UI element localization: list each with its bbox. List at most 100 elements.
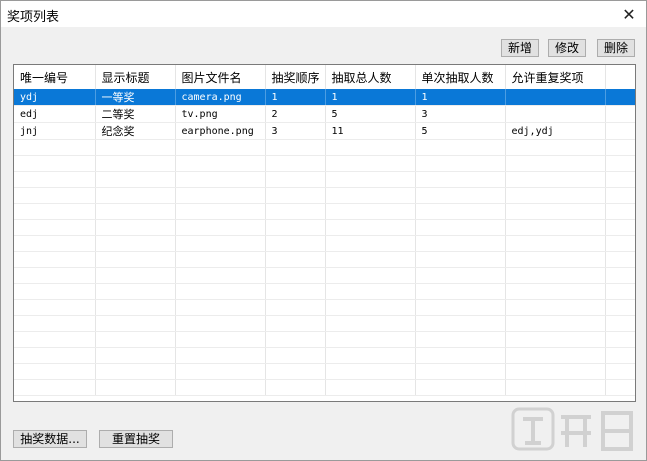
column-header[interactable]: 允许重复奖项 bbox=[505, 65, 606, 89]
table-cell bbox=[505, 363, 606, 380]
table-cell bbox=[325, 187, 416, 204]
empty-row bbox=[14, 187, 635, 204]
filler-cell bbox=[605, 267, 635, 284]
table-cell: 二等奖 bbox=[95, 105, 176, 123]
table-cell: 3 bbox=[415, 105, 506, 123]
close-icon[interactable]: ✕ bbox=[618, 3, 640, 25]
award-grid: 唯一编号 显示标题 图片文件名 抽奖顺序 抽取总人数 单次抽取人数 允许重复奖项 ydj 一等… bbox=[14, 65, 635, 396]
table-row[interactable]: ydj 一等奖 camera.png 1 1 1 bbox=[14, 89, 635, 106]
table-cell bbox=[175, 283, 266, 300]
table-row[interactable]: edj 二等奖 tv.png 2 5 3 bbox=[14, 105, 635, 123]
column-header[interactable]: 唯一编号 bbox=[14, 65, 96, 89]
table-cell bbox=[95, 363, 176, 380]
table-cell bbox=[505, 283, 606, 300]
column-header[interactable]: 抽奖顺序 bbox=[265, 65, 326, 89]
table-cell bbox=[175, 139, 266, 156]
column-header[interactable]: 抽取总人数 bbox=[325, 65, 416, 89]
table-cell bbox=[95, 283, 176, 300]
table-cell bbox=[14, 235, 96, 252]
empty-row bbox=[14, 299, 635, 316]
table-cell: 一等奖 bbox=[95, 89, 176, 106]
filler-cell bbox=[605, 251, 635, 268]
table-cell: 11 bbox=[325, 122, 416, 140]
add-button[interactable]: 新增 bbox=[501, 39, 539, 57]
empty-row bbox=[14, 283, 635, 300]
table-cell bbox=[325, 347, 416, 364]
empty-row bbox=[14, 363, 635, 380]
table-cell bbox=[415, 235, 506, 252]
table-cell bbox=[325, 155, 416, 172]
table-cell bbox=[14, 219, 96, 236]
reset-lottery-button[interactable]: 重置抽奖 bbox=[99, 430, 173, 448]
table-cell bbox=[265, 155, 326, 172]
table-cell bbox=[325, 283, 416, 300]
lottery-data-button[interactable]: 抽奖数据... bbox=[13, 430, 87, 448]
empty-row bbox=[14, 155, 635, 172]
table-cell bbox=[325, 299, 416, 316]
table-cell bbox=[265, 299, 326, 316]
table-cell bbox=[325, 251, 416, 268]
table-cell bbox=[505, 379, 606, 396]
table-cell bbox=[415, 139, 506, 156]
table-cell bbox=[265, 171, 326, 188]
table-cell bbox=[265, 251, 326, 268]
table-cell bbox=[14, 331, 96, 348]
filler-cell bbox=[605, 203, 635, 220]
filler-cell bbox=[605, 105, 635, 123]
table-cell bbox=[95, 315, 176, 332]
table-cell bbox=[505, 219, 606, 236]
filler-cell bbox=[605, 155, 635, 172]
table-cell: ydj bbox=[14, 89, 96, 106]
table-cell bbox=[95, 379, 176, 396]
column-header[interactable]: 单次抽取人数 bbox=[415, 65, 506, 89]
empty-row bbox=[14, 331, 635, 348]
table-cell bbox=[265, 363, 326, 380]
table-cell: edj bbox=[14, 105, 96, 123]
empty-row bbox=[14, 171, 635, 188]
table-cell bbox=[325, 235, 416, 252]
table-cell bbox=[325, 331, 416, 348]
table-cell: 1 bbox=[265, 89, 326, 106]
table-cell bbox=[175, 267, 266, 284]
table-cell bbox=[505, 139, 606, 156]
table-cell bbox=[175, 315, 266, 332]
table-cell: tv.png bbox=[175, 105, 266, 123]
table-cell bbox=[505, 155, 606, 172]
column-header[interactable]: 图片文件名 bbox=[175, 65, 266, 89]
filler-cell bbox=[605, 315, 635, 332]
table-cell bbox=[505, 187, 606, 204]
window-title: 奖项列表 bbox=[7, 10, 60, 25]
table-cell bbox=[265, 379, 326, 396]
table-cell bbox=[415, 251, 506, 268]
edit-button[interactable]: 修改 bbox=[548, 39, 586, 57]
table-cell bbox=[415, 315, 506, 332]
empty-row bbox=[14, 219, 635, 236]
table-cell bbox=[415, 219, 506, 236]
column-header[interactable]: 显示标题 bbox=[95, 65, 176, 89]
table-cell bbox=[95, 139, 176, 156]
table-cell: 1 bbox=[325, 89, 416, 106]
table-cell bbox=[505, 251, 606, 268]
table-cell bbox=[415, 203, 506, 220]
table-cell bbox=[95, 347, 176, 364]
table-cell: 3 bbox=[265, 122, 326, 140]
table-cell bbox=[95, 203, 176, 220]
table-cell bbox=[415, 331, 506, 348]
column-header-filler bbox=[605, 65, 635, 89]
table-cell bbox=[14, 379, 96, 396]
table-cell: 纪念奖 bbox=[95, 122, 176, 140]
filler-cell bbox=[605, 89, 635, 106]
filler-cell bbox=[605, 363, 635, 380]
table-cell bbox=[175, 379, 266, 396]
table-cell bbox=[415, 363, 506, 380]
table-cell bbox=[505, 347, 606, 364]
table-cell bbox=[505, 235, 606, 252]
delete-button[interactable]: 删除 bbox=[597, 39, 635, 57]
table-cell bbox=[95, 299, 176, 316]
award-table[interactable]: 唯一编号 显示标题 图片文件名 抽奖顺序 抽取总人数 单次抽取人数 允许重复奖项 ydj 一等… bbox=[13, 64, 636, 402]
table-row[interactable]: jnj 纪念奖 earphone.png 3 11 5 edj,ydj bbox=[14, 122, 635, 140]
table-cell bbox=[175, 203, 266, 220]
filler-cell bbox=[605, 299, 635, 316]
table-cell bbox=[14, 267, 96, 284]
table-cell bbox=[415, 347, 506, 364]
